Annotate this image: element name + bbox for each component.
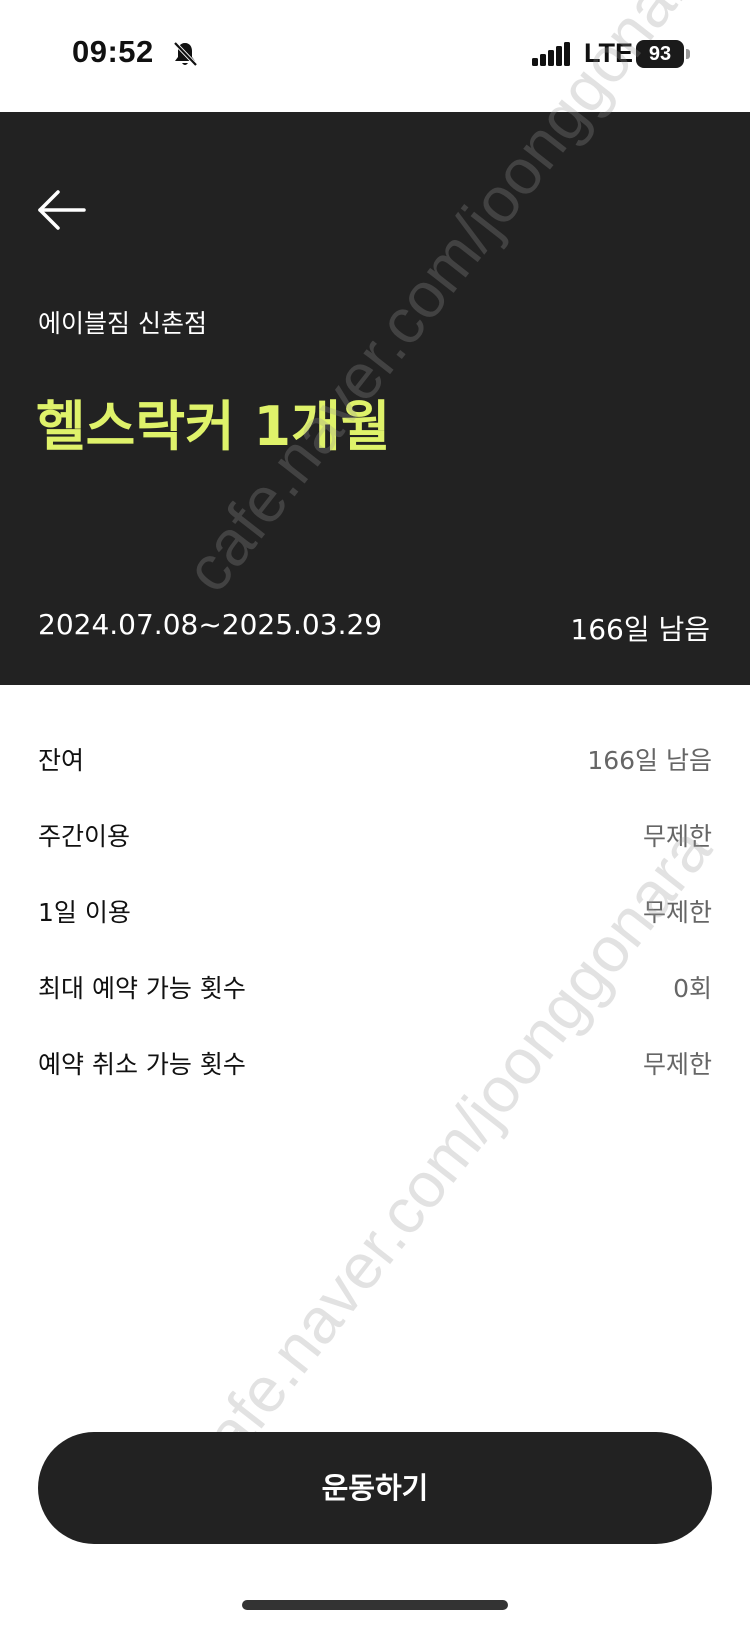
back-arrow-icon[interactable] bbox=[34, 182, 90, 238]
membership-title: 헬스락커 1개월 bbox=[36, 395, 391, 458]
bell-muted-icon bbox=[173, 41, 198, 67]
info-label: 예약 취소 가능 횟수 bbox=[38, 1050, 246, 1079]
status-bar: 09:52 LTE 93 bbox=[0, 0, 750, 112]
info-value: 무제한 bbox=[642, 898, 712, 927]
info-row-daily-usage: 1일 이용 무제한 bbox=[38, 877, 712, 953]
network-type: LTE bbox=[584, 38, 633, 68]
days-left: 166일 남음 bbox=[570, 613, 710, 646]
info-value: 166일 남음 bbox=[587, 746, 712, 775]
info-label: 잔여 bbox=[38, 746, 85, 775]
info-label: 1일 이용 bbox=[38, 898, 131, 927]
start-workout-button[interactable]: 운동하기 bbox=[38, 1432, 712, 1544]
screen: 09:52 LTE 93 에이블짐 신촌점 헬스락커 1개월 2024.07.0… bbox=[0, 0, 750, 1626]
info-value: 0회 bbox=[673, 974, 712, 1003]
membership-info-list: 잔여 166일 남음 주간이용 무제한 1일 이용 무제한 최대 예약 가능 횟… bbox=[38, 725, 712, 1105]
signal-icon bbox=[532, 42, 570, 66]
battery-tip bbox=[686, 49, 690, 59]
info-label: 최대 예약 가능 횟수 bbox=[38, 974, 246, 1003]
info-value: 무제한 bbox=[642, 1050, 712, 1079]
gym-name: 에이블짐 신촌점 bbox=[38, 309, 207, 338]
battery-icon: 93 bbox=[636, 40, 684, 68]
info-row-cancel-reservations: 예약 취소 가능 횟수 무제한 bbox=[38, 1029, 712, 1105]
info-value: 무제한 bbox=[642, 822, 712, 851]
status-time: 09:52 bbox=[72, 34, 154, 69]
info-row-max-reservations: 최대 예약 가능 횟수 0회 bbox=[38, 953, 712, 1029]
date-range: 2024.07.08~2025.03.29 bbox=[38, 608, 383, 641]
info-label: 주간이용 bbox=[38, 822, 131, 851]
membership-header: 에이블짐 신촌점 헬스락커 1개월 2024.07.08~2025.03.29 … bbox=[0, 112, 750, 685]
home-indicator bbox=[242, 1600, 508, 1610]
info-row-remaining: 잔여 166일 남음 bbox=[38, 725, 712, 801]
info-row-weekly-usage: 주간이용 무제한 bbox=[38, 801, 712, 877]
